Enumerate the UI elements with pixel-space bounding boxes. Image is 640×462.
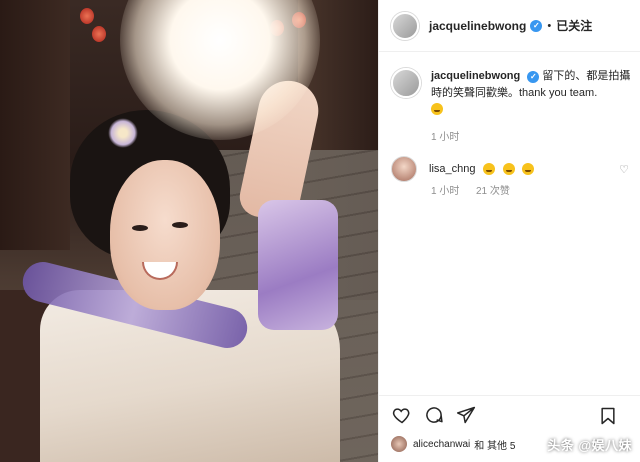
photo-eye (132, 225, 148, 231)
liker-avatar[interactable] (391, 436, 407, 452)
commenter-username[interactable]: lisa_chng (429, 163, 475, 175)
smiling-face-emoji-icon (483, 163, 496, 175)
photo-eye (172, 222, 188, 228)
follow-separator: • (547, 19, 552, 32)
caption-avatar[interactable] (391, 68, 421, 98)
comment-like-heart-icon[interactable]: ♡ (619, 163, 629, 176)
instagram-post: jacquelinebwong ✓ • 已关注 jacquelinebwong … (0, 0, 640, 462)
heart-icon[interactable] (391, 404, 413, 426)
caption-body: jacquelinebwong ✓ 留下的、都是拍攝時的笑聲同歡樂。thank … (431, 68, 635, 119)
comment-icon[interactable] (423, 404, 445, 426)
photo-hair-flower (108, 118, 138, 148)
post-sidebar: jacquelinebwong ✓ • 已关注 jacquelinebwong … (378, 0, 640, 462)
comment-like-count[interactable]: 21 次赞 (476, 182, 510, 197)
liked-by-others[interactable]: 和 其他 5 (474, 437, 515, 452)
caption-timestamp[interactable]: 1 小时 (431, 128, 459, 143)
photo-lantern (92, 26, 106, 42)
smiling-face-emoji-icon (522, 163, 535, 175)
comment-item: lisa_chng ♡ (391, 156, 635, 182)
photo-wall-left (0, 0, 70, 250)
follow-button[interactable]: 已关注 (556, 17, 592, 34)
comment-timestamp[interactable]: 1 小时 (431, 182, 459, 197)
smiling-face-emoji-icon (502, 163, 515, 175)
bookmark-icon[interactable] (597, 405, 619, 427)
author-username[interactable]: jacquelinebwong (429, 19, 526, 33)
smiling-face-emoji-icon (431, 103, 443, 115)
caption: jacquelinebwong ✓ 留下的、都是拍攝時的笑聲同歡樂。thank … (391, 68, 635, 119)
photo-face (110, 160, 220, 310)
comment-emojis (483, 160, 537, 178)
photo-sleeve (258, 200, 338, 330)
watermark-text: 头条 @娱八妹 (547, 438, 632, 453)
post-header: jacquelinebwong ✓ • 已关注 (379, 0, 640, 52)
photo-lantern (80, 8, 94, 24)
post-photo[interactable] (0, 0, 378, 462)
author-avatar[interactable] (391, 11, 419, 40)
liker-username[interactable]: alicechanwai (413, 439, 470, 450)
post-actions (379, 395, 640, 433)
commenter-avatar[interactable] (391, 156, 417, 182)
caption-username[interactable]: jacquelinebwong (431, 70, 520, 82)
verified-badge-icon: ✓ (530, 19, 543, 32)
verified-badge-icon: ✓ (527, 71, 540, 83)
share-icon[interactable] (455, 404, 477, 426)
